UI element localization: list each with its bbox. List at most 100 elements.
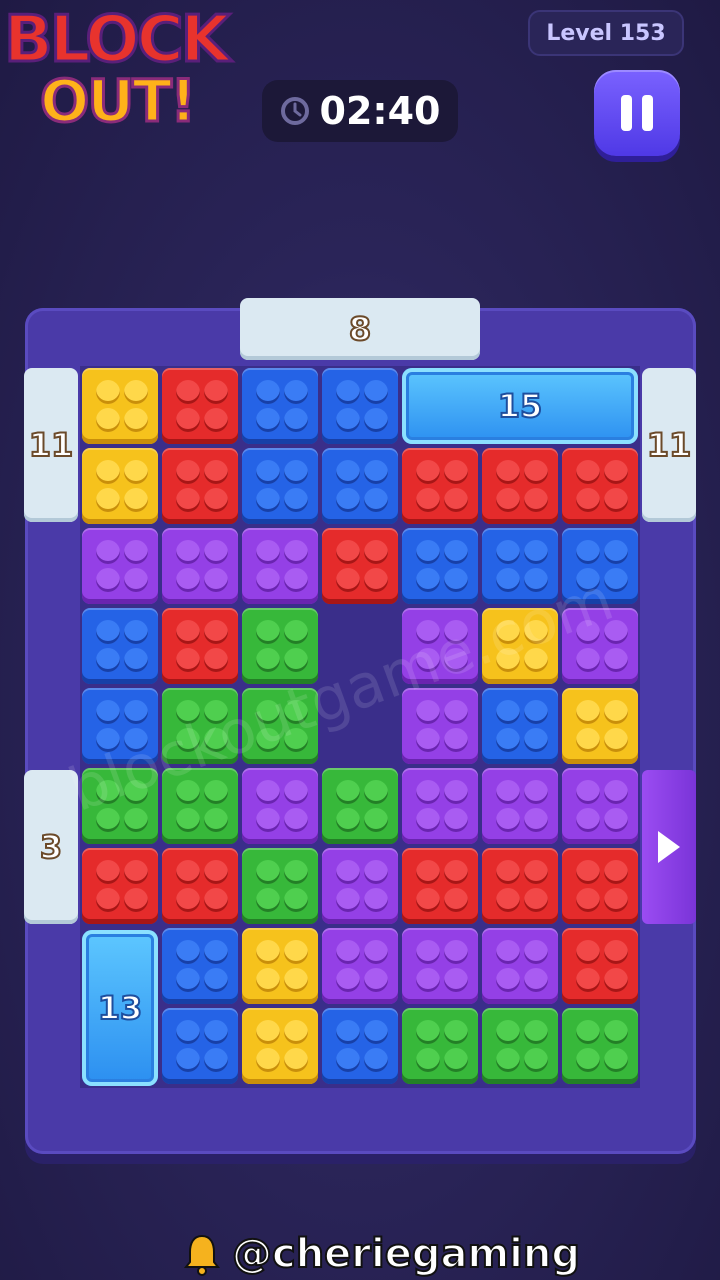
lego-stud xyxy=(524,700,548,724)
lego-block-red[interactable] xyxy=(82,848,158,924)
lego-block-red[interactable] xyxy=(482,448,558,524)
lego-block-yellow[interactable] xyxy=(242,1008,318,1084)
lego-block-yellow[interactable] xyxy=(562,688,638,764)
crystal-block-bottom-left[interactable]: 13 xyxy=(82,930,158,1086)
lego-block-red[interactable] xyxy=(402,848,478,924)
lego-stud xyxy=(284,540,308,564)
lego-block-yellow[interactable] xyxy=(242,928,318,1004)
lego-stud xyxy=(576,888,600,912)
lego-stud xyxy=(256,408,280,432)
lego-stud xyxy=(176,380,200,404)
lego-block-blue[interactable] xyxy=(82,608,158,684)
lego-block-purple[interactable] xyxy=(562,768,638,844)
lego-stud xyxy=(416,540,440,564)
crystal-block-top-right[interactable]: 15 xyxy=(402,368,638,444)
lego-stud xyxy=(496,968,520,992)
lego-stud xyxy=(364,488,388,512)
lego-stud xyxy=(496,888,520,912)
lego-stud xyxy=(336,780,360,804)
lego-stud xyxy=(336,460,360,484)
lego-stud xyxy=(364,1048,388,1072)
lego-block-red[interactable] xyxy=(562,928,638,1004)
lego-block-green[interactable] xyxy=(562,1008,638,1084)
lego-block-red[interactable] xyxy=(162,368,238,444)
lego-block-purple[interactable] xyxy=(482,768,558,844)
lego-block-purple[interactable] xyxy=(402,928,478,1004)
lego-stud xyxy=(444,460,468,484)
lego-stud xyxy=(176,860,200,884)
gate-right-top-counter: 11 xyxy=(646,425,693,465)
lego-stud xyxy=(496,540,520,564)
lego-stud xyxy=(204,1020,228,1044)
lego-stud xyxy=(336,568,360,592)
lego-stud xyxy=(256,1020,280,1044)
lego-block-purple[interactable] xyxy=(402,768,478,844)
lego-stud xyxy=(524,460,548,484)
lego-stud xyxy=(604,940,628,964)
lego-block-yellow[interactable] xyxy=(82,368,158,444)
lego-block-red[interactable] xyxy=(162,608,238,684)
lego-stud xyxy=(96,860,120,884)
lego-block-red[interactable] xyxy=(562,848,638,924)
lego-stud xyxy=(364,1020,388,1044)
lego-stud xyxy=(364,408,388,432)
lego-stud xyxy=(256,568,280,592)
lego-stud xyxy=(416,808,440,832)
lego-stud xyxy=(284,780,308,804)
lego-stud xyxy=(96,540,120,564)
lego-block-purple[interactable] xyxy=(482,928,558,1004)
lego-stud xyxy=(444,968,468,992)
lego-block-green[interactable] xyxy=(482,1008,558,1084)
lego-block-yellow[interactable] xyxy=(82,448,158,524)
lego-stud xyxy=(336,380,360,404)
lego-block-blue[interactable] xyxy=(322,1008,398,1084)
lego-stud xyxy=(204,780,228,804)
lego-stud xyxy=(256,808,280,832)
lego-block-blue[interactable] xyxy=(482,688,558,764)
lego-block-purple[interactable] xyxy=(162,528,238,604)
lego-stud xyxy=(96,380,120,404)
lego-block-blue[interactable] xyxy=(162,928,238,1004)
lego-stud xyxy=(604,568,628,592)
lego-block-blue[interactable] xyxy=(242,368,318,444)
lego-stud xyxy=(176,488,200,512)
lego-block-blue[interactable] xyxy=(322,448,398,524)
lego-stud xyxy=(204,460,228,484)
lego-block-red[interactable] xyxy=(402,448,478,524)
pause-button[interactable] xyxy=(594,70,680,156)
lego-block-purple[interactable] xyxy=(322,848,398,924)
lego-stud xyxy=(604,700,628,724)
lego-block-blue[interactable] xyxy=(322,368,398,444)
gate-top-counter: 8 xyxy=(348,309,372,349)
lego-block-purple[interactable] xyxy=(242,528,318,604)
lego-stud xyxy=(496,808,520,832)
lego-stud xyxy=(336,940,360,964)
lego-block-red[interactable] xyxy=(162,848,238,924)
lego-block-purple[interactable] xyxy=(322,928,398,1004)
lego-block-green[interactable] xyxy=(402,1008,478,1084)
lego-stud xyxy=(444,860,468,884)
lego-stud xyxy=(604,728,628,752)
lego-stud xyxy=(524,728,548,752)
lego-stud xyxy=(96,408,120,432)
lego-block-blue[interactable] xyxy=(242,448,318,524)
lego-stud xyxy=(336,888,360,912)
lego-block-green[interactable] xyxy=(242,848,318,924)
lego-block-red[interactable] xyxy=(482,848,558,924)
lego-stud xyxy=(256,860,280,884)
lego-stud xyxy=(604,1048,628,1072)
lego-block-purple[interactable] xyxy=(82,528,158,604)
lego-block-green[interactable] xyxy=(322,768,398,844)
lego-block-blue[interactable] xyxy=(402,528,478,604)
lego-block-red[interactable] xyxy=(562,448,638,524)
lego-block-red[interactable] xyxy=(162,448,238,524)
lego-block-red[interactable] xyxy=(322,528,398,604)
lego-block-purple[interactable] xyxy=(242,768,318,844)
lego-stud xyxy=(444,488,468,512)
lego-stud xyxy=(336,968,360,992)
gate-right-top: 11 xyxy=(642,368,696,522)
lego-block-blue[interactable] xyxy=(162,1008,238,1084)
lego-stud xyxy=(524,968,548,992)
gate-right-middle xyxy=(642,770,696,924)
bell-icon xyxy=(183,1235,221,1276)
